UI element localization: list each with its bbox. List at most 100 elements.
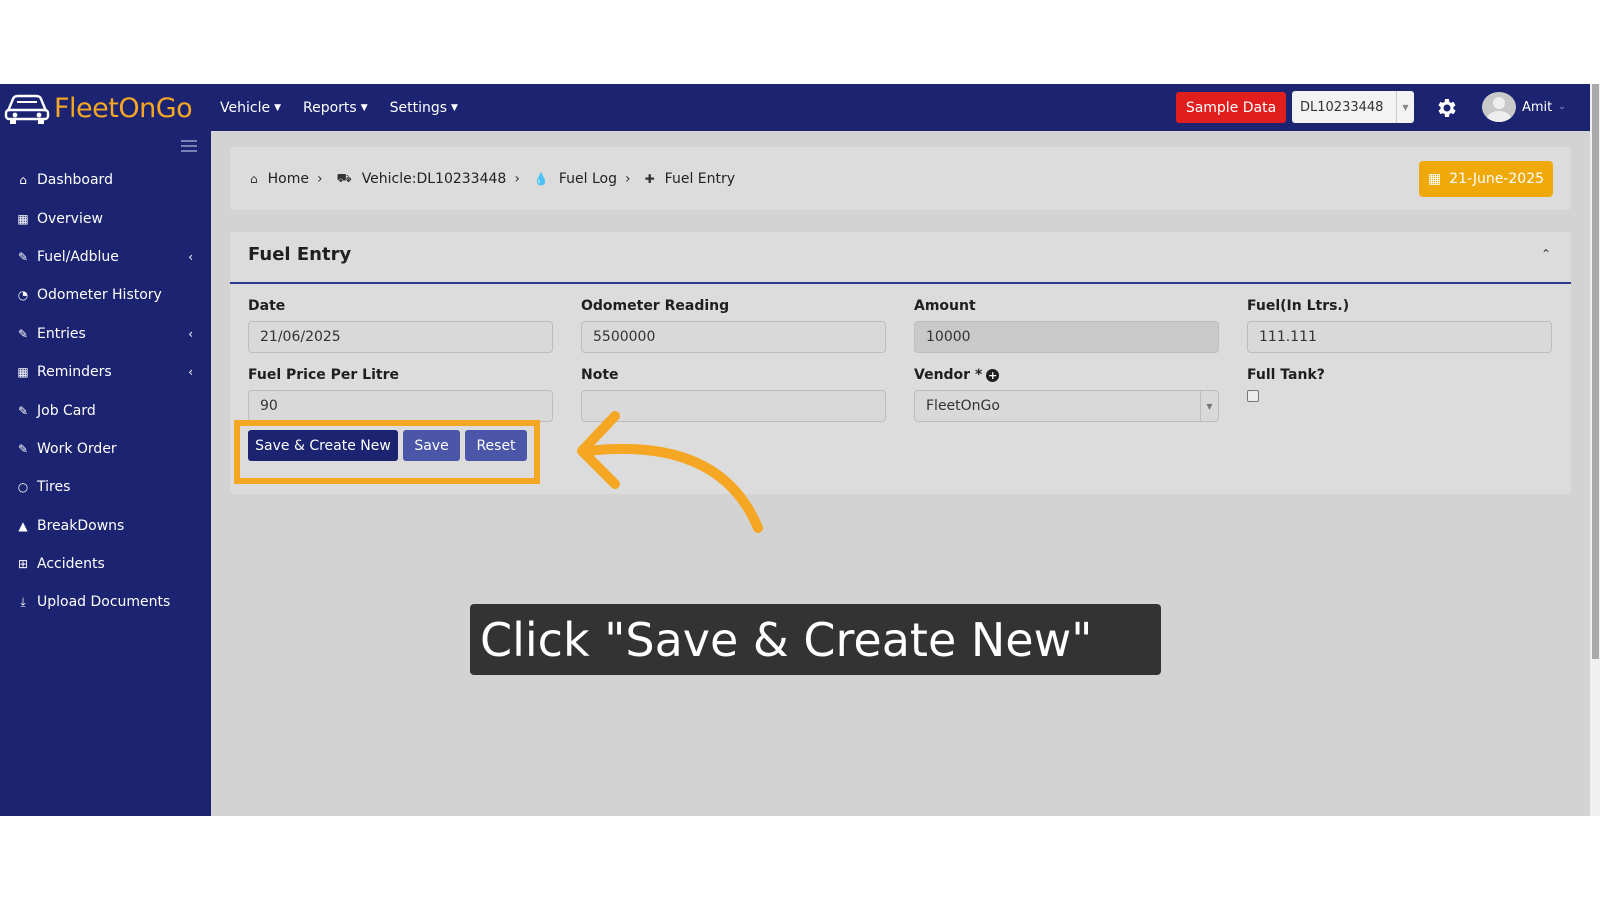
sidebar-item-fuel-adblue[interactable]: ✎ Fuel/Adblue ‹ — [0, 238, 211, 276]
sidebar-item-upload-documents[interactable]: ⤓ Upload Documents — [0, 583, 211, 621]
vendor-select[interactable]: FleetOnGo ▼ — [914, 390, 1219, 422]
sidebar-item-label: Reminders — [37, 364, 112, 381]
full-tank-checkbox[interactable] — [1247, 390, 1259, 402]
breadcrumb-separator: › — [514, 170, 520, 187]
chevron-down-icon: ▼ — [274, 102, 281, 113]
vehicle-select-value: DL10233448 — [1300, 99, 1384, 115]
sidebar-item-label: Overview — [37, 210, 103, 227]
date-field[interactable]: 21/06/2025 — [248, 321, 553, 353]
caret-down-icon: ▼ — [1396, 91, 1414, 123]
hamburger-icon[interactable] — [181, 140, 197, 152]
sidebar-item-label: Odometer History — [37, 287, 162, 304]
sidebar-item-job-card[interactable]: ✎ Job Card — [0, 391, 211, 429]
caret-down-icon: ▼ — [1200, 391, 1218, 421]
user-menu[interactable]: Amit ⌄ — [1482, 92, 1566, 122]
breadcrumb-fuel-entry: Fuel Entry — [664, 170, 736, 187]
pointer-arrow-icon — [577, 411, 763, 533]
odometer-field[interactable]: 5500000 — [581, 321, 886, 353]
gear-icon[interactable] — [1434, 96, 1458, 120]
vendor-select-value: FleetOnGo — [926, 398, 1000, 414]
user-name: Amit — [1522, 99, 1553, 115]
sidebar-item-odometer-history[interactable]: ◔ Odometer History — [0, 276, 211, 314]
vendor-label-wrap: Vendor * + — [914, 367, 1000, 383]
menu-reports[interactable]: Reports ▼ — [303, 100, 368, 116]
sidebar: ⌂ Dashboard ▦ Overview ✎ Fuel/Adblue ‹ ◔… — [0, 131, 211, 816]
top-navbar: FleetOnGo Vehicle ▼ Reports ▼ Settings ▼… — [0, 84, 1590, 131]
sidebar-menu: ⌂ Dashboard ▦ Overview ✎ Fuel/Adblue ‹ ◔… — [0, 161, 211, 622]
edit-icon: ✎ — [17, 403, 29, 418]
vendor-label: Vendor * — [914, 367, 983, 383]
sidebar-item-overview[interactable]: ▦ Overview — [0, 199, 211, 237]
date-label: Date — [248, 298, 286, 314]
fuel-litres-label: Fuel(In Ltrs.) — [1247, 298, 1350, 314]
circle-icon: ○ — [17, 480, 29, 495]
calendar-icon: ▦ — [17, 365, 29, 380]
add-vendor-icon[interactable]: + — [986, 368, 1000, 382]
chevron-down-icon: ▼ — [451, 102, 458, 113]
date-badge[interactable]: ▦ 21-June-2025 — [1419, 161, 1553, 197]
vehicle-select[interactable]: DL10233448 ▼ — [1292, 91, 1414, 123]
app-logo[interactable]: FleetOnGo — [4, 90, 193, 126]
instruction-caption: Click "Save & Create New" — [470, 604, 1161, 675]
sidebar-item-reminders[interactable]: ▦ Reminders ‹ — [0, 353, 211, 391]
plus-icon: ✚ — [644, 171, 655, 186]
sidebar-item-label: Fuel/Adblue — [37, 248, 119, 265]
sidebar-item-label: Upload Documents — [37, 594, 171, 611]
chevron-up-icon[interactable]: ⌃ — [1541, 247, 1551, 261]
highlight-box — [234, 420, 540, 484]
calendar-icon: ▦ — [1427, 171, 1442, 187]
edit-icon: ✎ — [17, 441, 29, 456]
sidebar-item-label: Work Order — [37, 440, 117, 457]
amount-label: Amount — [914, 298, 976, 314]
sidebar-item-accidents[interactable]: ⊞ Accidents — [0, 545, 211, 583]
sidebar-item-entries[interactable]: ✎ Entries ‹ — [0, 315, 211, 353]
menu-vehicle-label: Vehicle — [220, 99, 271, 116]
breadcrumb: ⌂ Home › ⛟ Vehicle:DL10233448 › 💧 Fuel L… — [250, 147, 735, 210]
breadcrumb-vehicle[interactable]: Vehicle:DL10233448 — [362, 171, 507, 187]
home-icon: ⌂ — [250, 171, 258, 186]
fuel-litres-field[interactable]: 111.111 — [1247, 321, 1552, 353]
car-logo-icon — [4, 94, 50, 124]
download-icon: ⤓ — [20, 594, 26, 609]
breadcrumb-separator: › — [316, 170, 323, 187]
breadcrumb-fuel-log[interactable]: Fuel Log — [559, 171, 617, 187]
avatar — [1482, 92, 1516, 122]
sidebar-item-work-order[interactable]: ✎ Work Order — [0, 430, 211, 468]
chevron-down-icon: ▼ — [360, 102, 368, 113]
sample-data-button[interactable]: Sample Data — [1176, 92, 1286, 123]
logo-text: FleetOnGo — [54, 92, 193, 124]
fuel-price-field[interactable]: 90 — [248, 390, 553, 422]
home-icon: ⌂ — [19, 173, 27, 188]
app-frame: FleetOnGo Vehicle ▼ Reports ▼ Settings ▼… — [0, 84, 1600, 816]
page-title: Fuel Entry — [248, 244, 352, 265]
drop-icon: 💧 — [533, 171, 549, 186]
edit-icon: ✎ — [17, 249, 29, 264]
sidebar-item-label: Entries — [37, 325, 86, 342]
warning-icon: ▲ — [18, 518, 28, 533]
sidebar-item-dashboard[interactable]: ⌂ Dashboard — [0, 161, 211, 199]
scrollbar-thumb[interactable] — [1592, 84, 1599, 659]
sidebar-item-label: Job Card — [37, 402, 96, 419]
truck-icon: ⛟ — [336, 170, 352, 185]
chevron-left-icon: ‹ — [188, 365, 193, 380]
breadcrumb-card: ⌂ Home › ⛟ Vehicle:DL10233448 › 💧 Fuel L… — [230, 147, 1571, 210]
sidebar-item-label: Accidents — [37, 556, 105, 573]
grid-icon: ▦ — [17, 211, 29, 226]
fuel-price-label: Fuel Price Per Litre — [248, 367, 399, 383]
odometer-label: Odometer Reading — [581, 298, 730, 314]
sidebar-item-label: BreakDowns — [37, 517, 125, 534]
menu-vehicle[interactable]: Vehicle ▼ — [220, 100, 281, 116]
menu-settings-label: Settings — [389, 99, 448, 116]
sidebar-item-tires[interactable]: ○ Tires — [0, 468, 211, 506]
breadcrumb-separator: › — [625, 170, 631, 187]
breadcrumb-home[interactable]: Home — [268, 171, 309, 187]
menu-reports-label: Reports — [303, 99, 357, 116]
top-menu: Vehicle ▼ Reports ▼ Settings ▼ — [220, 84, 458, 131]
sidebar-item-breakdowns[interactable]: ▲ BreakDowns — [0, 507, 211, 545]
scrollbar[interactable] — [1590, 84, 1600, 816]
sidebar-item-label: Tires — [37, 479, 71, 496]
menu-settings[interactable]: Settings ▼ — [390, 100, 458, 116]
chevron-down-icon: ⌄ — [1558, 102, 1566, 112]
plus-square-icon: ⊞ — [17, 557, 29, 572]
amount-field[interactable]: 10000 — [914, 321, 1219, 353]
